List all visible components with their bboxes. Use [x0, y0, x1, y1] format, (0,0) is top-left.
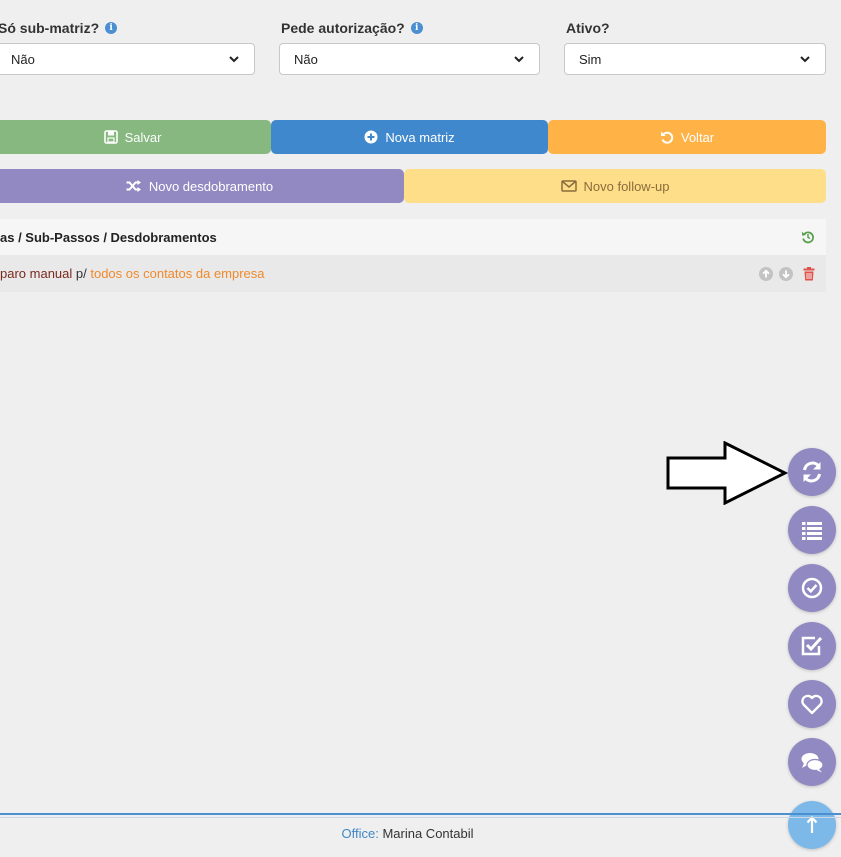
nova-matriz-button[interactable]: Nova matriz: [271, 120, 548, 154]
comments-button[interactable]: [788, 738, 836, 786]
history-icon[interactable]: [801, 230, 815, 244]
chevron-down-icon: [800, 56, 810, 63]
list-icon: [802, 522, 822, 540]
check-circle-button[interactable]: [788, 564, 836, 612]
novo-follow-up-button[interactable]: Novo follow-up: [404, 169, 826, 203]
voltar-label: Voltar: [680, 129, 715, 145]
envelope-icon: [560, 180, 577, 192]
chevron-down-icon: [514, 56, 524, 63]
pede-autorizacao-label-text: Pede autorização?: [281, 20, 405, 36]
voltar-button[interactable]: Voltar: [548, 120, 826, 154]
list-item-text: paro manual p/ todos os contatos da empr…: [0, 266, 265, 281]
novo-desdobramento-label: Novo desdobramento: [148, 178, 274, 194]
info-icon[interactable]: i: [105, 22, 118, 34]
pede-autorizacao-value: Não: [294, 51, 318, 67]
pede-autorizacao-label: Pede autorização? i: [281, 20, 423, 36]
sub-matriz-value: Não: [11, 51, 35, 67]
save-icon: [103, 130, 118, 144]
footer: Office: Marina Contabil: [0, 826, 815, 841]
list-item: paro manual p/ todos os contatos da empr…: [0, 255, 826, 292]
salvar-button[interactable]: Salvar: [0, 120, 271, 154]
check-circle-icon: [801, 577, 823, 599]
undo-icon: [660, 131, 674, 144]
nova-matriz-label: Nova matriz: [385, 129, 455, 145]
sub-matriz-label: Só sub-matriz? i: [0, 20, 118, 36]
footer-divider: [0, 813, 841, 815]
salvar-label: Salvar: [124, 129, 162, 145]
heart-button[interactable]: [788, 680, 836, 728]
checkbox-icon: [801, 636, 823, 656]
ativo-select[interactable]: Sim: [564, 43, 826, 75]
ativo-label-text: Ativo?: [566, 20, 610, 36]
novo-desdobramento-button[interactable]: Novo desdobramento: [0, 169, 404, 203]
chevron-down-icon: [229, 56, 239, 63]
list-item-part2: p/: [72, 266, 91, 281]
arrow-circle-up-icon[interactable]: [759, 266, 773, 281]
comments-icon: [801, 753, 824, 773]
footer-office-label: Office:: [341, 826, 379, 841]
footer-divider-secondary: [0, 817, 841, 818]
panel-header: as / Sub-Passos / Desdobramentos: [0, 219, 826, 255]
novo-follow-up-label: Novo follow-up: [583, 178, 670, 194]
panel-header-title: as / Sub-Passos / Desdobramentos: [0, 229, 217, 245]
checkbox-button[interactable]: [788, 622, 836, 670]
pede-autorizacao-select[interactable]: Não: [279, 43, 540, 75]
list-item-part1: paro manual: [0, 266, 73, 281]
arrow-circle-down-icon[interactable]: [779, 266, 793, 281]
trash-icon[interactable]: [803, 266, 815, 281]
sync-icon: [803, 461, 821, 483]
heart-icon: [801, 694, 823, 715]
pointer-arrow-icon: [666, 441, 788, 505]
ativo-label: Ativo?: [566, 20, 610, 36]
info-icon[interactable]: i: [410, 22, 423, 34]
sync-button[interactable]: [788, 448, 836, 496]
sub-matriz-label-text: Só sub-matriz?: [0, 20, 100, 36]
plus-circle-icon: [364, 130, 378, 144]
list-button[interactable]: [788, 506, 836, 554]
footer-office-value: Marina Contabil: [378, 826, 474, 841]
sub-matriz-select[interactable]: Não: [0, 43, 255, 75]
ativo-value: Sim: [579, 51, 602, 67]
shuffle-icon: [126, 180, 141, 192]
scroll-top-button[interactable]: [788, 801, 836, 849]
list-item-link[interactable]: todos os contatos da empresa: [90, 266, 264, 281]
